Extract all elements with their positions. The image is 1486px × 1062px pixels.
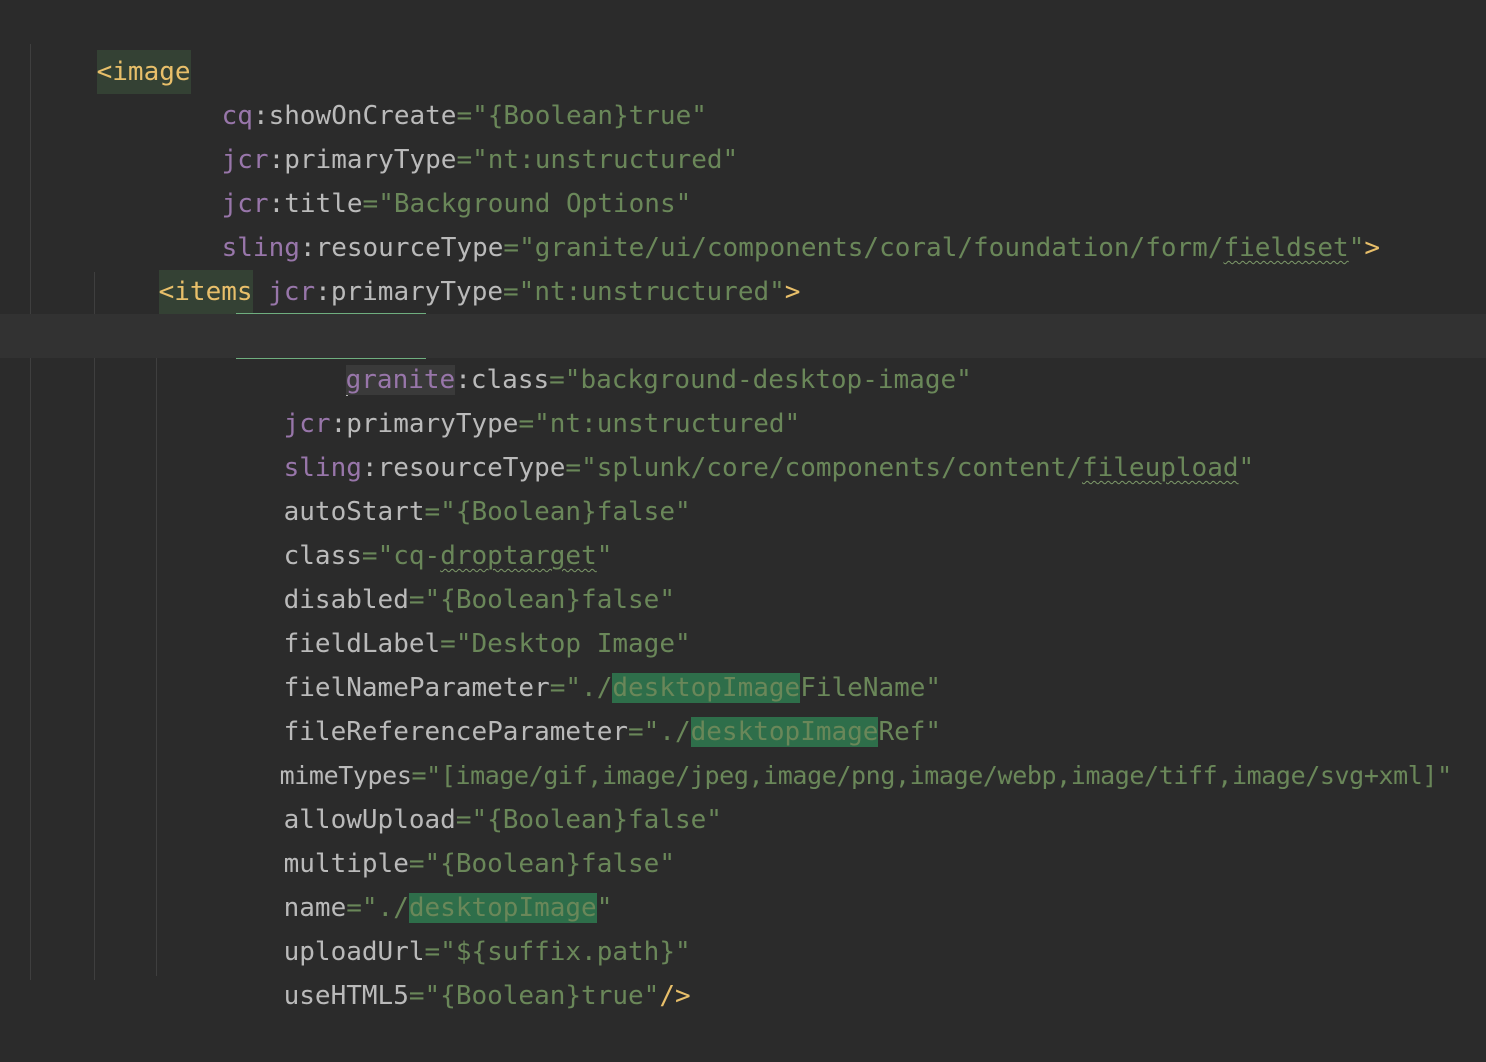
code-line-13: disabled="{Boolean}false" (0, 534, 1486, 615)
code-line-9: jcr:primaryType="nt:unstructured" (0, 358, 1486, 439)
code-line-4: jcr:title="Background Options" (0, 138, 1486, 219)
code-line-10: sling:resourceType="splunk/core/componen… (0, 402, 1486, 483)
code-line-6: <items jcr:primaryType="nt:unstructured"… (0, 226, 1486, 314)
code-line-17: mimeTypes="[image/gif,image/jpeg,image/p… (0, 710, 1486, 790)
code-line-1: <image (0, 6, 1486, 94)
code-line-3: jcr:primaryType="nt:unstructured" (0, 94, 1486, 175)
code-line-12: class="cq-droptarget" (0, 490, 1486, 571)
code-editor[interactable]: <image cq:showOnCreate="{Boolean}true" j… (0, 0, 1486, 1011)
code-line-19: multiple="{Boolean}false" (0, 798, 1486, 879)
code-line-15: fielNameParameter="./desktopImageFileNam… (0, 622, 1486, 703)
code-line-2: cq:showOnCreate="{Boolean}true" (0, 50, 1486, 131)
attribute-value: "{Boolean}true" (424, 981, 660, 1011)
code-line-11: autoStart="{Boolean}false" (0, 446, 1486, 527)
equals: = (408, 981, 425, 1011)
code-line-16: fileReferenceParameter="./desktopImageRe… (0, 666, 1486, 747)
code-line-20: name="./desktopImage" (0, 842, 1486, 923)
tag-self-close: /> (659, 981, 691, 1011)
code-line-7: <desktopImage (0, 270, 1486, 359)
code-line-8-current: granite:class="background-desktop-image" (0, 314, 1486, 396)
attribute-name: useHTML5 (283, 981, 409, 1011)
code-line-22: useHTML5="{Boolean}true"/> (0, 930, 1486, 1011)
code-line-14: fieldLabel="Desktop Image" (0, 578, 1486, 659)
code-line-5: sling:resourceType="granite/ui/component… (0, 182, 1486, 263)
code-line-21: uploadUrl="${suffix.path}" (0, 886, 1486, 967)
code-line-18: allowUpload="{Boolean}false" (0, 754, 1486, 835)
